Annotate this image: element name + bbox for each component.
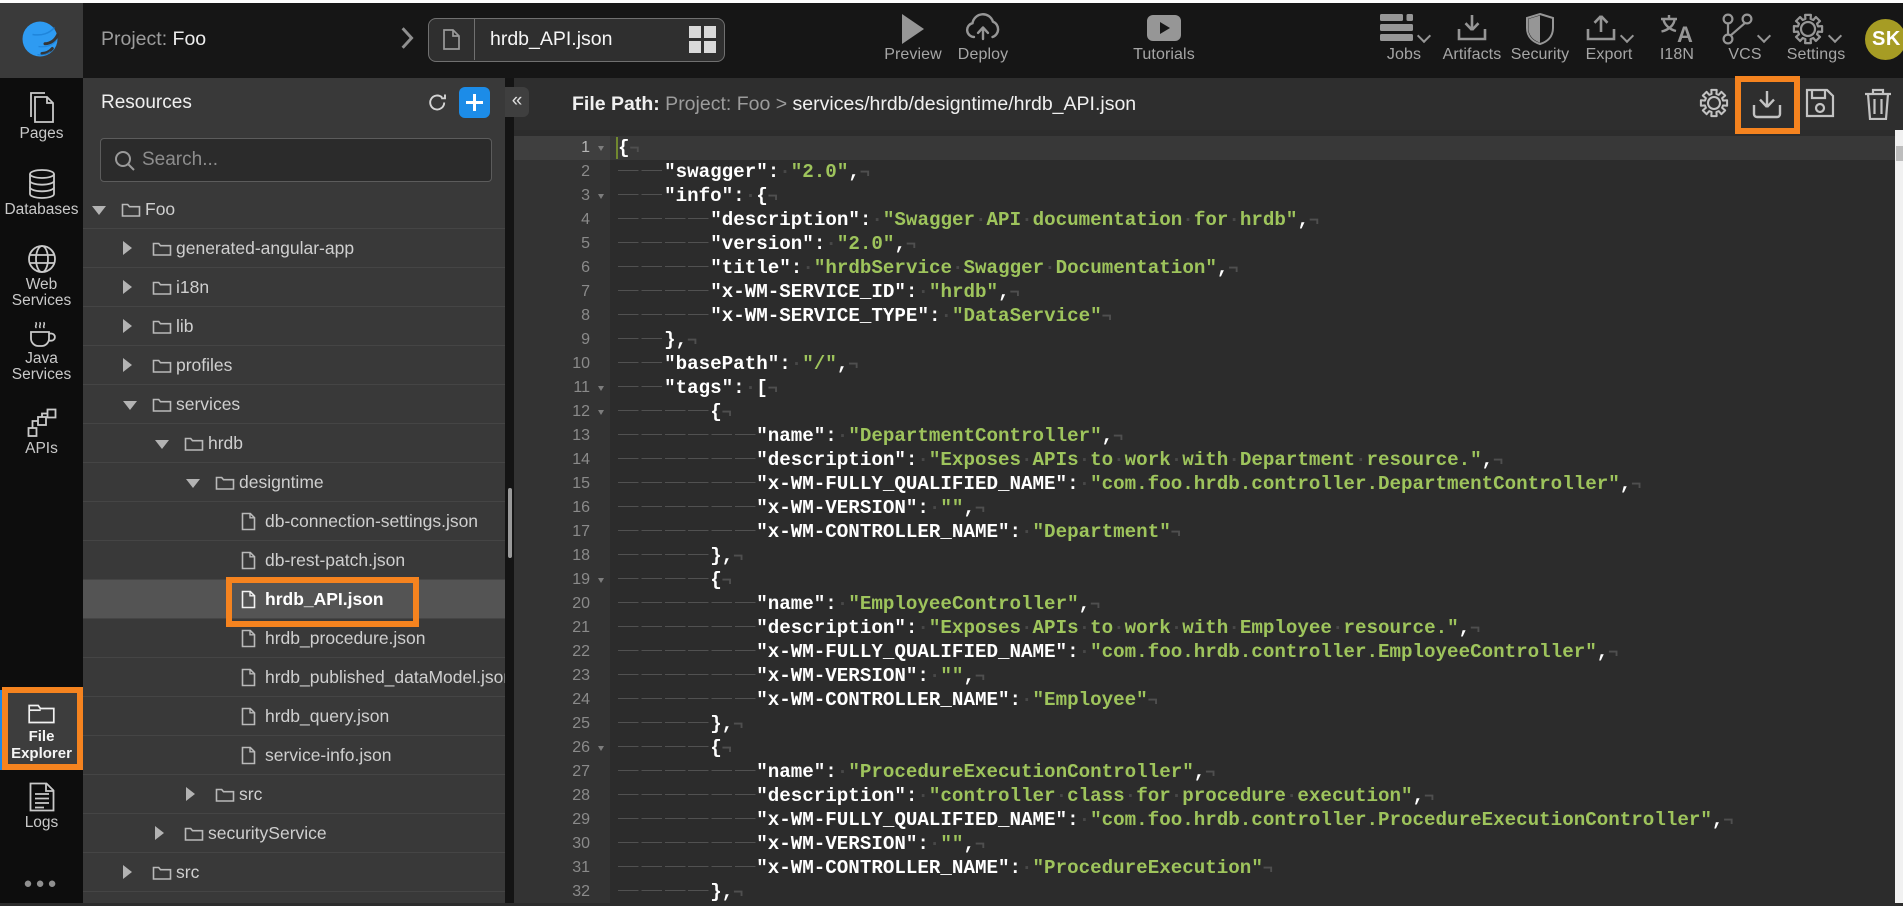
svg-text:A: A	[1677, 22, 1693, 43]
